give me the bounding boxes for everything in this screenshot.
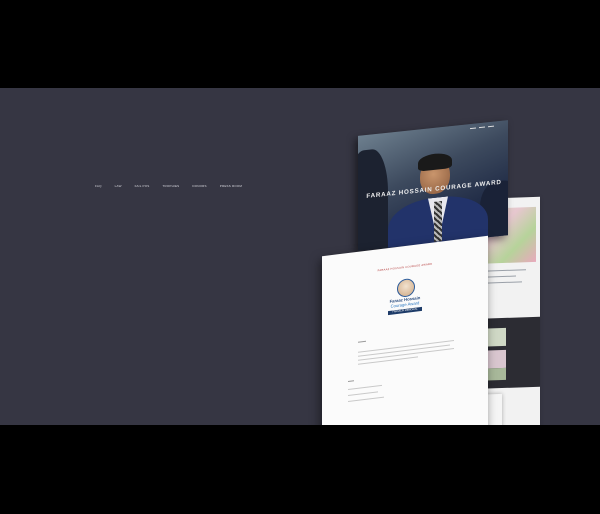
document-heading: FARAAZ HOSSAIN COURAGE AWARD — [377, 262, 433, 273]
text-line — [348, 391, 378, 396]
text-line — [348, 396, 384, 402]
hero-photo-tie — [434, 201, 442, 242]
menu-item-law[interactable]: LAW — [115, 184, 122, 188]
document-page-mockup: FARAAZ HOSSAIN COURAGE AWARD Faraaz Hoss… — [322, 235, 488, 425]
award-logo: Faraaz Hossain Courage Award FRANKLIN ME… — [384, 276, 426, 323]
menu-item-trophies[interactable]: TROPHIES — [162, 184, 179, 188]
award-portrait-icon — [397, 277, 415, 298]
text-line — [348, 384, 382, 390]
hero-nav — [470, 125, 494, 130]
presentation-stage: FAQ LAW FAIL POS TROPHIES DONORS PRESS R… — [0, 88, 600, 425]
menu-item-fail-pos[interactable]: FAIL POS — [135, 184, 150, 188]
menu-item-donors[interactable]: DONORS — [192, 184, 206, 188]
menu-item-faq[interactable]: FAQ — [95, 184, 102, 188]
top-menu: FAQ LAW FAIL POS TROPHIES DONORS PRESS R… — [95, 184, 242, 188]
text-line — [358, 340, 366, 343]
hero-page-mockup: FARAAZ HOSSAIN COURAGE AWARD — [358, 120, 508, 251]
menu-item-press-room[interactable]: PRESS ROOM — [220, 184, 242, 188]
text-line — [348, 380, 354, 382]
